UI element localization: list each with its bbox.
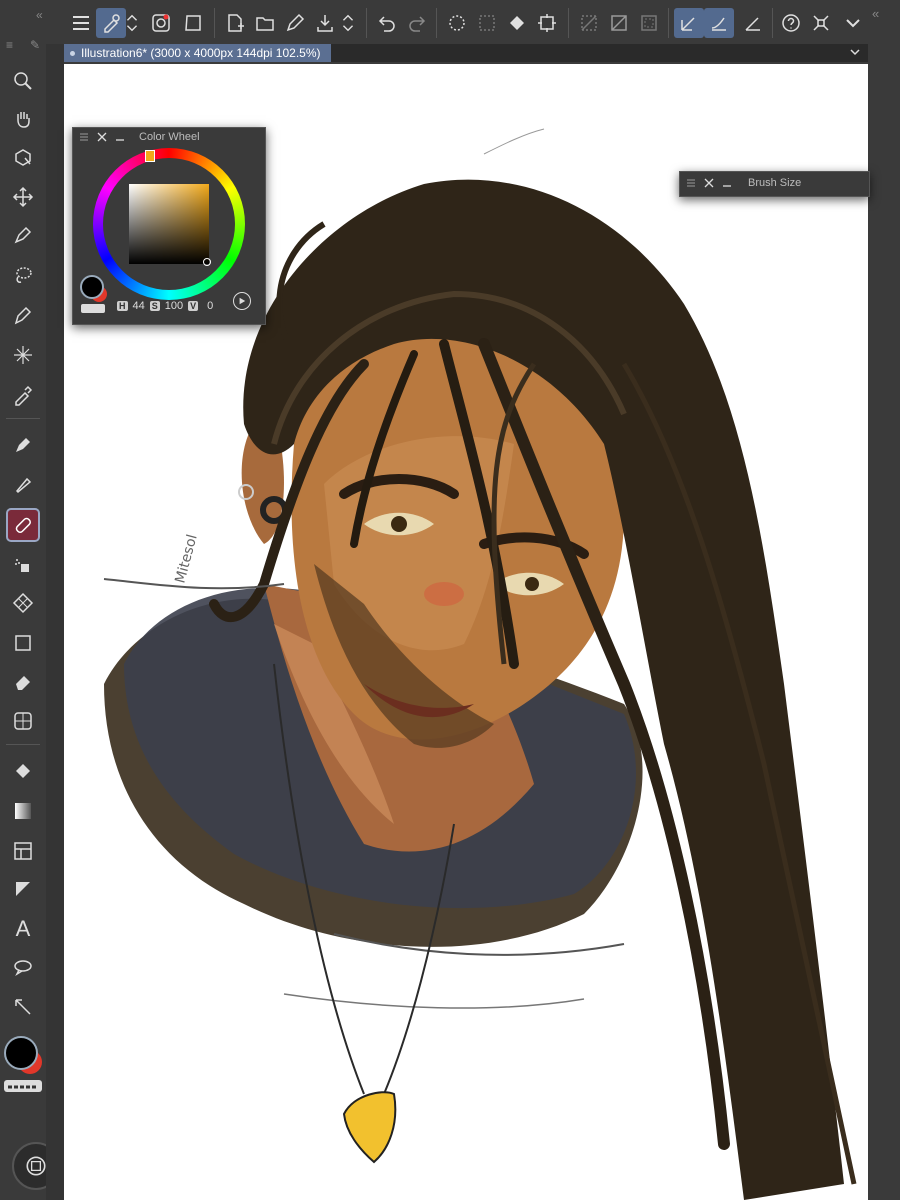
hide-selection-icon[interactable] — [574, 8, 604, 38]
h-value[interactable]: 44 — [133, 300, 145, 312]
zoom-tool[interactable] — [8, 66, 38, 96]
transform-icon[interactable] — [178, 8, 208, 38]
lasso-tool[interactable] — [8, 260, 38, 290]
saturation-value-square[interactable] — [129, 184, 209, 264]
frame-tool[interactable] — [8, 836, 38, 866]
rotate-tool[interactable] — [8, 142, 38, 172]
tab-dot-icon — [70, 51, 75, 57]
v-key: V — [188, 301, 199, 311]
hue-ring[interactable] — [93, 148, 245, 300]
panel-menu-icon[interactable] — [684, 176, 698, 190]
h-key: H — [117, 301, 128, 311]
hand-tool[interactable] — [8, 104, 38, 134]
brush-size-panel-header[interactable]: Brush Size — [680, 172, 869, 194]
export-icon[interactable] — [310, 8, 340, 38]
help-icon[interactable] — [776, 8, 806, 38]
close-icon[interactable] — [95, 130, 109, 144]
document-tab[interactable]: Illustration6* (3000 x 4000px 144dpi 102… — [64, 44, 331, 62]
snap-special-icon[interactable] — [704, 8, 734, 38]
decoration-tool[interactable] — [8, 588, 38, 618]
palette-grip-icon[interactable]: ≡ — [6, 38, 13, 52]
snap-grid-icon[interactable] — [738, 8, 768, 38]
hue-picker-handle[interactable] — [145, 150, 155, 162]
document-tab-title: Illustration6* (3000 x 4000px 144dpi 102… — [81, 46, 321, 60]
color-wheel-panel-header[interactable]: Color Wheel — [73, 128, 265, 146]
deselect-icon[interactable] — [472, 8, 502, 38]
figure-tool[interactable] — [8, 874, 38, 904]
open-icon[interactable] — [250, 8, 280, 38]
panel-menu-icon[interactable] — [77, 130, 91, 144]
spiral-icon[interactable] — [146, 8, 176, 38]
collapse-icon[interactable] — [838, 8, 868, 38]
crop-icon[interactable] — [532, 8, 562, 38]
marker-tool[interactable] — [6, 508, 40, 542]
brush-tool[interactable] — [8, 470, 38, 500]
line-tool[interactable] — [8, 992, 38, 1022]
minimize-icon[interactable] — [720, 176, 734, 190]
new-icon[interactable] — [220, 8, 250, 38]
swap-icon[interactable] — [122, 8, 142, 38]
color-wheel-panel: Color Wheel H 44 S 100 V 0 — [72, 127, 266, 325]
palette-pen-icon[interactable]: ✎ — [30, 38, 40, 52]
collapse-right-icon[interactable]: « — [872, 6, 879, 21]
transparent-color-icon[interactable] — [4, 1080, 42, 1092]
border-icon[interactable] — [634, 8, 664, 38]
pen-icon[interactable] — [280, 8, 310, 38]
top-toolbar: « « — [0, 0, 900, 44]
document-tab-bar: Illustration6* (3000 x 4000px 144dpi 102… — [64, 44, 868, 62]
eyedropper-tool[interactable] — [8, 380, 38, 410]
s-key: S — [149, 301, 160, 311]
balloon-tool[interactable] — [8, 952, 38, 982]
fullscreen-icon[interactable] — [806, 8, 836, 38]
panel-transparent-icon[interactable] — [81, 304, 105, 313]
right-dock — [868, 44, 900, 1200]
text-tool[interactable]: A — [8, 914, 38, 944]
eraser-tool[interactable] — [8, 666, 38, 696]
airbrush-tool[interactable] — [8, 550, 38, 580]
undo-icon[interactable] — [372, 8, 402, 38]
rect-tool[interactable] — [8, 628, 38, 658]
move-tool[interactable] — [8, 182, 38, 212]
pen-tool[interactable] — [8, 300, 38, 330]
color-wheel-title: Color Wheel — [139, 131, 200, 143]
brush-size-title: Brush Size — [748, 177, 802, 189]
hsv-readout: H 44 S 100 V 0 — [117, 300, 213, 312]
magic-wand-tool[interactable] — [8, 340, 38, 370]
palette-gutter — [46, 44, 64, 1200]
gradient-tool[interactable] — [8, 796, 38, 826]
pencil-tool[interactable] — [8, 430, 38, 460]
minimize-icon[interactable] — [113, 130, 127, 144]
tab-menu-chevron-icon[interactable] — [848, 45, 862, 59]
redo-icon[interactable] — [402, 8, 432, 38]
close-icon[interactable] — [702, 176, 716, 190]
play-icon[interactable] — [233, 292, 251, 310]
invert-icon[interactable] — [604, 8, 634, 38]
menu-icon[interactable] — [66, 8, 96, 38]
fill-icon[interactable] — [502, 8, 532, 38]
panel-color-swatch[interactable] — [79, 274, 109, 304]
pen-select-tool[interactable] — [8, 220, 38, 250]
select-all-icon[interactable] — [442, 8, 472, 38]
chevron-updown-icon[interactable] — [338, 8, 358, 38]
s-value[interactable]: 100 — [165, 300, 183, 312]
fill-tool[interactable] — [8, 756, 38, 786]
collapse-left-icon[interactable]: « — [36, 8, 48, 22]
mesh-tool[interactable] — [8, 706, 38, 736]
v-value[interactable]: 0 — [207, 300, 213, 312]
tool-palette: ≡ ✎ A — [0, 38, 60, 1200]
svg-text:Mitesol: Mitesol — [172, 533, 200, 585]
sv-picker-handle[interactable] — [203, 258, 211, 266]
main-sub-color-swatch[interactable] — [2, 1034, 46, 1078]
snap-ruler-icon[interactable] — [674, 8, 704, 38]
brush-size-panel: Brush Size — [679, 171, 870, 197]
